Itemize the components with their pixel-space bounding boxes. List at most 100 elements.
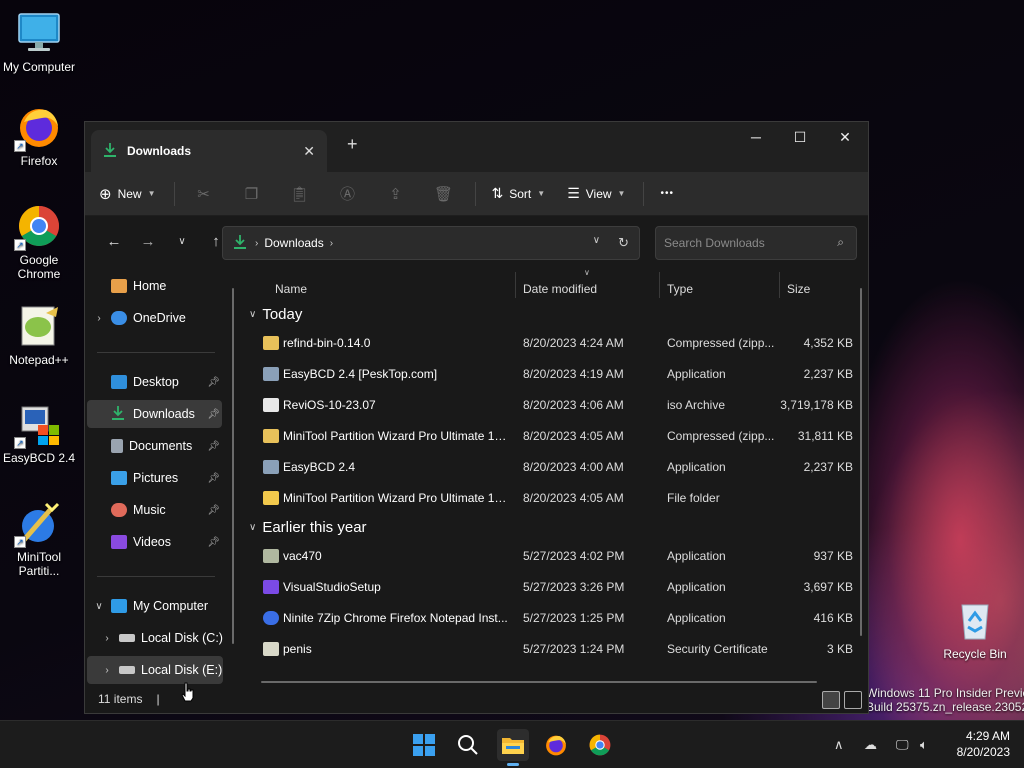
column-header-name[interactable]: Name [275, 274, 307, 304]
tiles-view-icon[interactable] [844, 691, 862, 709]
column-header-type[interactable]: Type [667, 274, 693, 304]
group-header-today[interactable]: ∨ Today [249, 306, 302, 323]
group-header-earlier-this-year[interactable]: ∨ Earlier this year [249, 519, 367, 536]
desktop-icon-minitool[interactable]: ↗ MiniTool Partiti... [1, 500, 77, 578]
search-taskbar-button[interactable] [452, 729, 484, 761]
network-icon[interactable]: 🖵︎ [896, 737, 909, 753]
chevron-right-icon[interactable]: › [87, 313, 111, 324]
column-divider[interactable] [515, 272, 516, 298]
cut-icon[interactable]: ✂ [191, 185, 217, 203]
table-row[interactable]: MiniTool Partition Wizard Pro Ultimate 1… [243, 422, 853, 450]
nav-item-local-disk-e[interactable]: › Local Disk (E:) [87, 656, 223, 684]
desktop-icon-notepadpp[interactable]: Notepad++ [1, 303, 77, 367]
table-row[interactable]: vac470 5/27/2023 4:02 PM Application 937… [243, 542, 853, 570]
desktop-icon-firefox[interactable]: ↗ Firefox [1, 104, 77, 168]
onedrive-offline-icon[interactable]: ☁ [864, 737, 877, 753]
nav-scrollbar[interactable] [232, 288, 234, 644]
chevron-right-icon[interactable]: › [255, 238, 258, 249]
nav-item-downloads[interactable]: Downloads 📌︎ [87, 400, 222, 428]
search-box[interactable]: ⌕ [655, 226, 857, 260]
nav-item-my-computer[interactable]: ∨ My Computer [87, 592, 222, 620]
desktop-icon-easybcd[interactable]: ↗ EasyBCD 2.4 [1, 401, 77, 465]
search-icon[interactable]: ⌕ [837, 235, 844, 250]
more-options-button[interactable]: ••• [660, 188, 674, 199]
file-explorer-taskbar-button[interactable] [497, 729, 529, 766]
desktop-icon-recycle-bin[interactable]: Recycle Bin [937, 597, 1013, 661]
recent-chevron-down-icon[interactable]: ∨ [165, 236, 199, 247]
chevron-right-icon[interactable]: › [95, 633, 119, 644]
column-header-date-modified[interactable]: Date modified [523, 274, 597, 304]
file-size: 2,237 KB [803, 460, 853, 474]
nav-item-music[interactable]: Music 📌︎ [87, 496, 222, 524]
nav-item-pictures[interactable]: Pictures 📌︎ [87, 464, 222, 492]
tab-downloads[interactable]: Downloads ✕ [91, 130, 327, 172]
chevron-down-icon[interactable]: ∨ [87, 601, 111, 612]
table-row[interactable]: refind-bin-0.14.0 8/20/2023 4:24 AM Comp… [243, 329, 853, 357]
desktop-icon-my-computer[interactable]: My Computer [1, 10, 77, 74]
desktop-icon-chrome[interactable]: ↗ Google Chrome [1, 203, 77, 281]
pin-icon[interactable]: 📌︎ [207, 537, 220, 548]
table-row[interactable]: Ninite 7Zip Chrome Firefox Notepad Inst.… [243, 604, 853, 632]
new-button[interactable]: ⊕ New ▼ [99, 185, 156, 203]
chevron-down-icon[interactable]: ∨ [249, 309, 256, 320]
new-tab-button[interactable]: + [347, 134, 358, 155]
back-arrow-icon[interactable]: ← [97, 233, 131, 250]
show-hidden-icons-chevron-up-icon[interactable]: ∧ [834, 737, 844, 753]
column-divider[interactable] [779, 272, 780, 298]
column-header-size[interactable]: Size [787, 274, 810, 304]
pin-icon[interactable]: 📌︎ [207, 377, 220, 388]
watermark-line-2: Build 25375.zn_release.230520-1632 [866, 700, 1024, 714]
pin-icon[interactable]: 📌︎ [207, 409, 220, 420]
table-row[interactable]: MiniTool Partition Wizard Pro Ultimate 1… [243, 484, 853, 512]
hand-cursor-icon [181, 682, 194, 702]
file-list-scrollbar[interactable] [860, 288, 862, 636]
view-button[interactable]: ☰ View ▼ [567, 185, 625, 202]
table-row[interactable]: ReviOS-10-23.07 8/20/2023 4:06 AM iso Ar… [243, 391, 853, 419]
sort-button[interactable]: ⇅ Sort ▼ [492, 185, 546, 202]
table-row[interactable]: penis 5/27/2023 1:24 PM Security Certifi… [243, 635, 853, 663]
chevron-down-icon[interactable]: ∨ [249, 522, 256, 533]
table-row[interactable]: EasyBCD 2.4 8/20/2023 4:00 AM Applicatio… [243, 453, 853, 481]
nav-label: Home [133, 279, 167, 293]
copy-icon[interactable]: ❐ [239, 185, 265, 203]
chevron-down-icon[interactable]: ∨ [593, 235, 600, 251]
firefox-taskbar-button[interactable] [540, 729, 572, 761]
maximize-button[interactable]: ☐ [777, 122, 823, 152]
nav-item-onedrive[interactable]: › OneDrive [87, 304, 222, 332]
nav-item-home[interactable]: Home [87, 272, 222, 300]
chrome-taskbar-button[interactable] [584, 729, 616, 761]
breadcrumb-downloads[interactable]: Downloads [264, 236, 323, 250]
clock[interactable]: 4:29 AM 8/20/2023 [957, 728, 1010, 760]
file-size: 3,697 KB [803, 580, 853, 594]
chevron-right-icon[interactable]: › [95, 665, 119, 676]
forward-arrow-icon[interactable]: → [131, 233, 165, 250]
horizontal-scrollbar[interactable] [261, 681, 817, 683]
column-divider[interactable] [659, 272, 660, 298]
close-window-button[interactable]: ✕ [822, 122, 868, 152]
refresh-icon[interactable]: ↻ [618, 235, 629, 251]
search-input[interactable] [656, 227, 816, 259]
pin-icon[interactable]: 📌︎ [207, 473, 220, 484]
nav-item-desktop[interactable]: Desktop 📌︎ [87, 368, 222, 396]
address-bar[interactable]: › Downloads › ∨ ↻ [222, 226, 640, 260]
paste-icon[interactable]: 📋︎ [287, 185, 313, 203]
pin-icon[interactable]: 📌︎ [207, 441, 220, 452]
details-view-icon[interactable] [822, 691, 840, 709]
rename-icon[interactable]: Ⓐ [335, 183, 361, 204]
chevron-right-icon[interactable]: › [330, 238, 333, 249]
ninite-icon [263, 611, 279, 625]
share-icon[interactable]: ⇪ [383, 185, 409, 203]
nav-item-local-disk-c[interactable]: › Local Disk (C:) [95, 624, 230, 652]
minimize-button[interactable]: ─ [733, 122, 779, 152]
start-button[interactable] [408, 729, 440, 761]
table-row[interactable]: VisualStudioSetup 5/27/2023 3:26 PM Appl… [243, 573, 853, 601]
zip-folder-icon [263, 429, 279, 443]
delete-icon[interactable]: 🗑︎ [431, 185, 457, 203]
file-type: File folder [667, 491, 720, 505]
table-row[interactable]: EasyBCD 2.4 [PeskTop.com] 8/20/2023 4:19… [243, 360, 853, 388]
pin-icon[interactable]: 📌︎ [207, 505, 220, 516]
close-icon[interactable]: ✕ [303, 143, 315, 160]
nav-item-videos[interactable]: Videos 📌︎ [87, 528, 222, 556]
volume-icon[interactable]: 🔈︎ [920, 737, 928, 753]
nav-item-documents[interactable]: Documents 📌︎ [87, 432, 222, 460]
